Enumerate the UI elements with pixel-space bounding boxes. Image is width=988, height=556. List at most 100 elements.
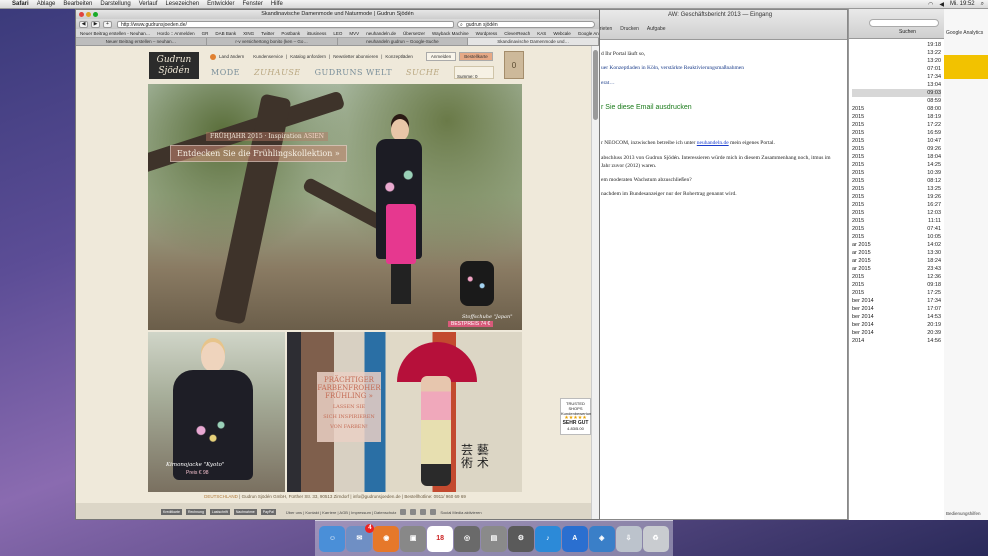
- message-row[interactable]: 09:03: [852, 89, 941, 97]
- zoom-window-icon[interactable]: [93, 12, 98, 17]
- kimono-jacket-tile[interactable]: Kimonojacke "Kyoto" Preis € 98: [148, 332, 285, 492]
- clock[interactable]: Mi. 19:52: [950, 1, 975, 7]
- bookmark-item[interactable]: GR: [202, 31, 209, 36]
- menu-hilfe[interactable]: Hilfe: [271, 1, 283, 7]
- spring-collection-link[interactable]: Entdecken Sie die Frühlingskollektion »: [170, 145, 347, 162]
- message-row[interactable]: 2015 07:41: [852, 225, 941, 233]
- message-row[interactable]: ar 2015 14:02: [852, 241, 941, 249]
- social-media-toggle[interactable]: Social Media aktivieren: [440, 510, 481, 515]
- browser-tab[interactable]: Skandinavische Damenmode und…: [468, 38, 599, 45]
- bookmark-item[interactable]: CleverReach: [504, 31, 530, 36]
- change-country-link[interactable]: Land ändern: [219, 54, 244, 59]
- hero-banner[interactable]: FRÜHJAHR 2015 · Inspiration ASIEN Entdec…: [148, 84, 522, 330]
- link-newsletter[interactable]: Newsletter abonnieren: [333, 54, 378, 59]
- message-row[interactable]: 2015 10:39: [852, 169, 941, 177]
- add-bookmark-icon[interactable]: +: [103, 20, 112, 28]
- bookmark-item[interactable]: KAS: [537, 31, 546, 36]
- cart-icon[interactable]: 0: [504, 51, 524, 79]
- message-row[interactable]: 2015 10:47: [852, 137, 941, 145]
- message-row[interactable]: 2015 08:00: [852, 105, 941, 113]
- bookmark-item[interactable]: Postbank: [281, 31, 300, 36]
- wifi-icon[interactable]: ◠: [928, 1, 933, 8]
- message-row[interactable]: 2015 09:26: [852, 145, 941, 153]
- bookmark-item[interactable]: Twitter: [261, 31, 274, 36]
- spotlight-icon[interactable]: ⌕: [981, 1, 984, 8]
- forward-icon[interactable]: ▶: [91, 20, 100, 28]
- shoe-label[interactable]: Stoffschuhe "Japan": [462, 314, 513, 320]
- mail-search-input[interactable]: [869, 19, 939, 27]
- shoes-image[interactable]: [460, 261, 494, 306]
- bookmark-item[interactable]: Wordpress: [476, 31, 498, 36]
- message-row[interactable]: 17:34: [852, 73, 941, 81]
- browser-tab[interactable]: r-v versichertong bonito (ken – Go…: [207, 38, 338, 45]
- back-icon[interactable]: ◀: [79, 20, 88, 28]
- search-input[interactable]: ⌕ gudrun sjödén: [457, 20, 595, 28]
- link-katalog[interactable]: Katalog anfordern: [290, 54, 326, 59]
- mail-icon[interactable]: ✉ 4: [346, 524, 375, 552]
- bookmark-item[interactable]: Google Analytics: [578, 31, 599, 36]
- bookmark-item[interactable]: neuhandeln.de: [366, 31, 396, 36]
- close-window-icon[interactable]: [79, 12, 84, 17]
- itunes-icon[interactable]: ♪: [534, 526, 561, 552]
- menu-app-safari[interactable]: Safari: [12, 1, 29, 7]
- accessibility-label[interactable]: Bedienungshilfen: [946, 511, 981, 516]
- trash-icon[interactable]: ♻: [642, 526, 669, 552]
- message-row[interactable]: 2015 12:03: [852, 209, 941, 217]
- message-row[interactable]: 2015 16:59: [852, 129, 941, 137]
- safari-icon[interactable]: ◈: [588, 526, 615, 552]
- nav-zuhause[interactable]: ZUHAUSE: [254, 68, 301, 77]
- app-store-icon[interactable]: A: [561, 526, 588, 552]
- task-button[interactable]: Aufgabe: [647, 26, 666, 32]
- trusted-shops-badge[interactable]: TRUSTED SHOPS Kundenbewertung ★★★★★ SEHR…: [560, 398, 593, 435]
- menu-verlauf[interactable]: Verlauf: [139, 1, 158, 7]
- volume-icon[interactable]: ◀: [939, 1, 944, 8]
- message-row[interactable]: 19:18: [852, 41, 941, 49]
- print-button[interactable]: Drucken: [620, 26, 639, 32]
- spring-callout[interactable]: PRÄCHTIGER FARBENFROHER FRÜHLING » LASSE…: [317, 372, 381, 442]
- photos-icon[interactable]: ▤: [480, 526, 507, 552]
- message-row[interactable]: 2014 14:56: [852, 337, 941, 345]
- message-row[interactable]: 13:04: [852, 81, 941, 89]
- message-row[interactable]: ber 2014 17:07: [852, 305, 941, 313]
- message-row[interactable]: ar 2015 13:30: [852, 249, 941, 257]
- menu-fenster[interactable]: Fenster: [243, 1, 263, 7]
- message-row[interactable]: ber 2014 17:34: [852, 297, 941, 305]
- ga-bookmark[interactable]: Google Analytics: [944, 9, 988, 36]
- order-card-button[interactable]: Bestellkarte: [459, 52, 493, 61]
- minimize-window-icon[interactable]: [86, 12, 91, 17]
- message-row[interactable]: 13:22: [852, 49, 941, 57]
- camera-icon[interactable]: ◎: [454, 526, 481, 552]
- message-row[interactable]: 2015 16:27: [852, 201, 941, 209]
- message-row[interactable]: 2015 18:19: [852, 113, 941, 121]
- message-row[interactable]: ber 2014 20:19: [852, 321, 941, 329]
- menu-darstellung[interactable]: Darstellung: [100, 1, 130, 7]
- message-row[interactable]: ber 2014 20:39: [852, 329, 941, 337]
- message-row[interactable]: 2015 19:26: [852, 193, 941, 201]
- youtube-icon[interactable]: [420, 509, 427, 515]
- url-input[interactable]: http://www.gudrunsjoeden.de/: [117, 20, 454, 28]
- bookmark-item[interactable]: DAB Bank: [215, 31, 236, 36]
- login-button[interactable]: Anmelden: [425, 52, 457, 61]
- link-konzeptlaeden[interactable]: Konzeptläden: [385, 54, 413, 59]
- message-row[interactable]: 2015 13:25: [852, 185, 941, 193]
- bookmark-item[interactable]: MVV: [349, 31, 359, 36]
- message-row[interactable]: 2015 08:12: [852, 177, 941, 185]
- cart-summary[interactable]: Summe: 0: [454, 66, 494, 79]
- message-row[interactable]: 2015 18:04: [852, 153, 941, 161]
- menu-lesezeichen[interactable]: Lesezeichen: [165, 1, 199, 7]
- calendar-icon[interactable]: 18: [427, 526, 454, 552]
- browser-tab[interactable]: Neuer Beitrag erstellen – neuhan…: [76, 38, 207, 45]
- message-row[interactable]: ar 2015 18:24: [852, 257, 941, 265]
- country-flag-icon[interactable]: [210, 53, 216, 60]
- link-kundenservice[interactable]: Kundenservice: [253, 54, 283, 59]
- message-row[interactable]: 2015 12:36: [852, 273, 941, 281]
- colorful-spring-tile[interactable]: PRÄCHTIGER FARBENFROHER FRÜHLING » LASSE…: [287, 332, 522, 492]
- nav-mode[interactable]: MODE: [211, 68, 240, 77]
- message-row[interactable]: 2015 14:25: [852, 161, 941, 169]
- page-scrollbar[interactable]: [591, 46, 599, 519]
- photo-icon[interactable]: ▣: [400, 526, 427, 552]
- nav-suche[interactable]: SUCHE: [406, 68, 440, 77]
- bookmark-item[interactable]: Webcale: [553, 31, 570, 36]
- firefox-icon[interactable]: ◉: [373, 526, 400, 552]
- instagram-icon[interactable]: [430, 509, 437, 515]
